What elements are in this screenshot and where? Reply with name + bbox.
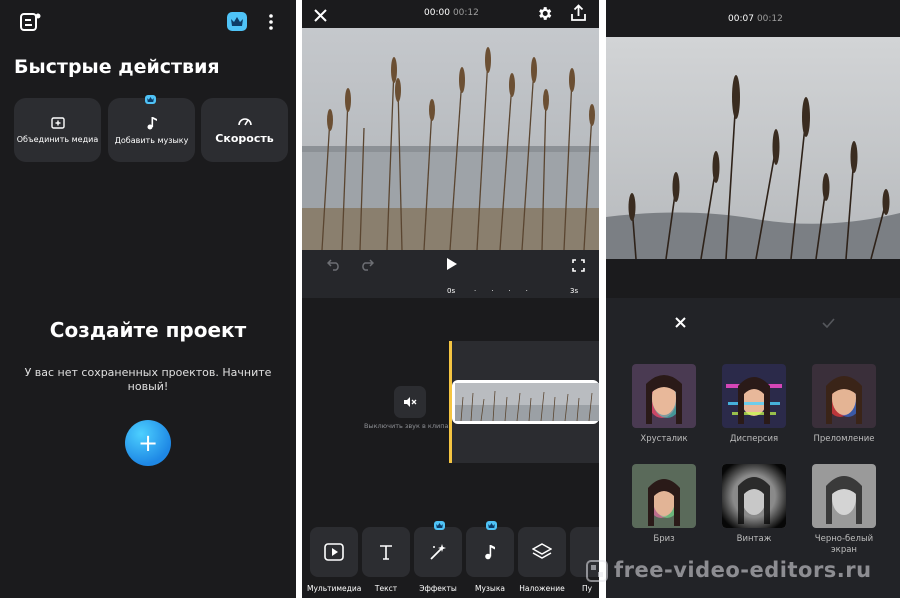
speed-label: Скорость — [215, 132, 274, 145]
projects-icon[interactable] — [20, 12, 42, 36]
editor-screen: 00:00 00:12 0s ···· 3s Выключить звук в … — [302, 0, 599, 598]
tool-text-label: Текст — [374, 584, 398, 593]
ruler-start: 0s — [447, 287, 456, 295]
premium-crown-icon[interactable] — [227, 12, 247, 31]
effects-screen: 00:07 00:12 Хрусталик Дисперсия Преломлен… — [606, 0, 900, 598]
tool-overlay-label: Наложение — [519, 584, 565, 593]
ruler-end: 3s — [570, 287, 579, 295]
watermark-logo-icon — [586, 560, 608, 586]
add-music-button[interactable]: Добавить музыку — [108, 98, 195, 162]
effect-crystal-label: Хрусталик — [640, 434, 688, 444]
text-t-icon — [380, 544, 392, 560]
tool-text[interactable] — [362, 527, 410, 577]
music-note-icon — [147, 116, 157, 129]
empty-state-title: Создайте проект — [49, 318, 247, 342]
redo-icon[interactable] — [360, 256, 375, 275]
timecode: 00:00 00:12 — [424, 8, 479, 18]
effect-breeze-label: Бриз — [653, 534, 675, 544]
add-music-label: Добавить музыку — [114, 135, 189, 145]
effect-crystal-thumb[interactable] — [632, 364, 696, 428]
merge-media-button[interactable]: Объединить медиа — [14, 98, 101, 162]
tool-effects-label: Эффекты — [419, 584, 457, 593]
video-preview[interactable] — [606, 37, 900, 260]
effect-vintage-label: Винтаж — [736, 534, 772, 544]
mute-clips-label: Выключить звук в клипах — [364, 422, 453, 430]
time-current: 00:07 — [728, 14, 754, 24]
multimedia-play-icon — [324, 543, 344, 561]
watermark-text: free-video-editors.ru — [614, 558, 872, 582]
tool-effects[interactable] — [414, 527, 462, 577]
confirm-check-icon[interactable] — [822, 313, 835, 332]
speedometer-icon — [237, 118, 252, 126]
tool-multimedia-label: Мультимедиа — [307, 584, 362, 593]
time-total: 00:12 — [756, 14, 783, 24]
time-total: 00:12 — [452, 8, 479, 18]
plus-icon: + — [137, 429, 159, 457]
tool-multimedia[interactable] — [310, 527, 358, 577]
ruler-ticks: ···· — [474, 287, 543, 295]
mute-speaker-icon — [404, 397, 417, 407]
close-icon[interactable] — [675, 313, 686, 332]
home-screen: Быстрые действия Объединить медиа Добави… — [0, 0, 296, 598]
timecode: 00:07 00:12 — [728, 14, 783, 24]
music-premium-icon — [486, 521, 497, 530]
effects-premium-icon — [434, 521, 445, 530]
effect-bw-screen-label: Черно-белый экран — [814, 534, 874, 555]
music-note-icon — [485, 545, 495, 560]
effect-refraction-thumb[interactable] — [812, 364, 876, 428]
effect-refraction-label: Преломление — [813, 434, 875, 444]
playhead[interactable] — [449, 341, 452, 463]
effect-dispersion-thumb[interactable] — [722, 364, 786, 428]
close-icon[interactable] — [314, 7, 327, 26]
speed-button[interactable]: Скорость — [201, 98, 288, 162]
effect-vintage-thumb[interactable] — [722, 464, 786, 528]
tool-music[interactable] — [466, 527, 514, 577]
layers-icon — [532, 543, 552, 559]
mute-clips-button[interactable] — [394, 386, 426, 418]
create-project-button[interactable]: + — [125, 420, 171, 466]
fullscreen-icon[interactable] — [572, 257, 585, 276]
magic-wand-icon — [430, 544, 446, 560]
merge-media-icon — [50, 116, 65, 129]
video-preview[interactable] — [302, 28, 599, 251]
export-share-icon[interactable] — [570, 4, 587, 26]
empty-state-text: У вас нет сохраненных проектов. Начните … — [24, 366, 272, 393]
effect-bw-screen-thumb[interactable] — [812, 464, 876, 528]
settings-gear-icon[interactable] — [536, 5, 553, 26]
play-icon[interactable] — [446, 256, 458, 275]
tool-overlay[interactable] — [518, 527, 566, 577]
effect-breeze-thumb[interactable] — [632, 464, 696, 528]
quick-actions-title: Быстрые действия — [14, 56, 220, 78]
time-current: 00:00 — [424, 8, 450, 18]
effect-dispersion-label: Дисперсия — [729, 434, 779, 444]
merge-media-label: Объединить медиа — [16, 134, 99, 144]
undo-icon[interactable] — [326, 256, 341, 275]
premium-badge-icon — [145, 95, 156, 104]
video-clip[interactable] — [452, 380, 599, 424]
tool-music-label: Музыка — [475, 584, 505, 593]
more-options-icon[interactable] — [268, 14, 274, 34]
